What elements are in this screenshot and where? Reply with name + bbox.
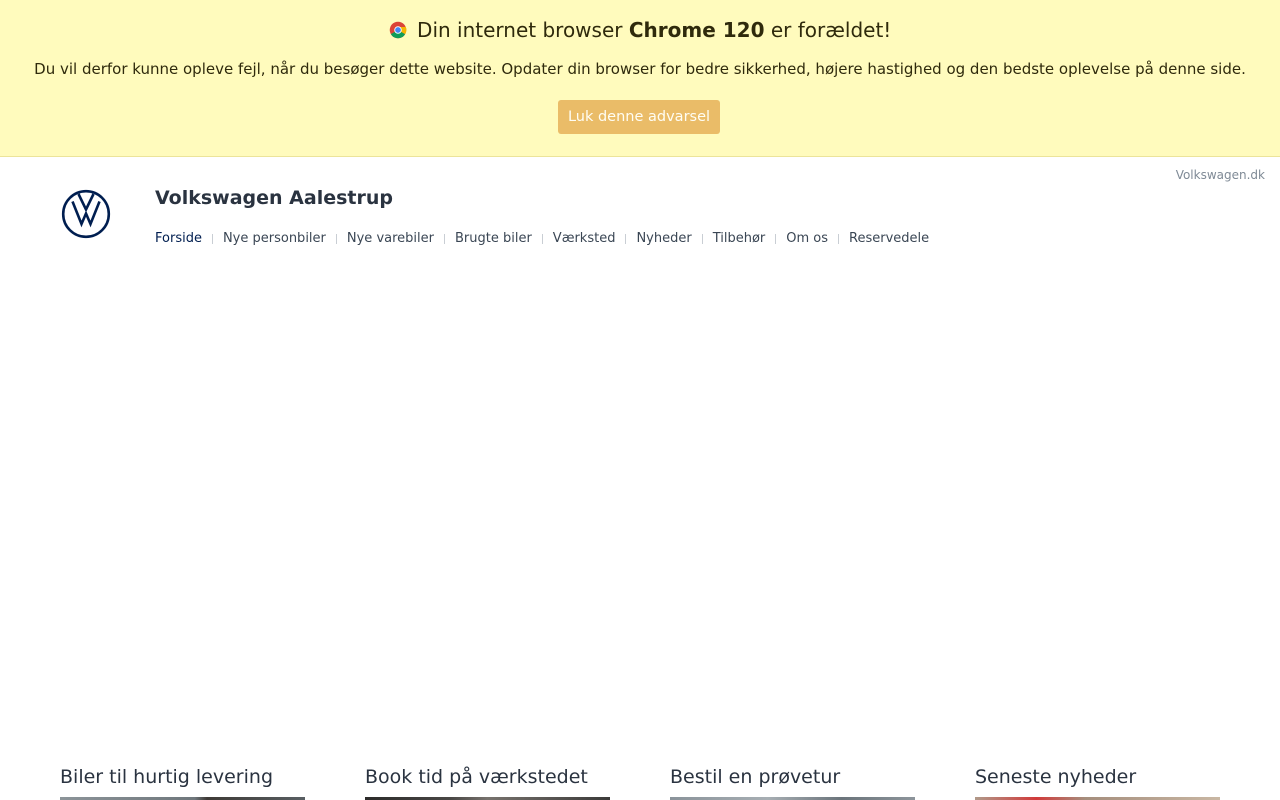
nav-item-vaerksted[interactable]: Værksted (553, 230, 616, 248)
nav-item-forside[interactable]: Forside (155, 230, 202, 248)
teaser-book-workshop[interactable]: Book tid på værkstedet (365, 764, 610, 800)
nav-separator (838, 234, 840, 244)
nav-item-reservedele[interactable]: Reservedele (849, 230, 929, 248)
teaser-title: Book tid på værkstedet (365, 766, 588, 788)
nav-separator (541, 234, 543, 244)
browser-warning-banner: Din internet browser Chrome 120 er foræl… (0, 0, 1280, 157)
nav-separator (443, 234, 445, 244)
nav-item-nye-varebiler[interactable]: Nye varebiler (347, 230, 434, 248)
teaser-title: Bestil en prøvetur (670, 766, 841, 788)
teaser-title: Biler til hurtig levering (60, 766, 273, 788)
nav-separator (775, 234, 777, 244)
chrome-icon (389, 21, 407, 39)
nav-item-brugte-biler[interactable]: Brugte biler (455, 230, 532, 248)
nav-separator (335, 234, 337, 244)
teaser-test-drive[interactable]: Bestil en prøvetur (670, 764, 915, 800)
main-nav: Forside Nye personbiler Nye varebiler Brugt… (155, 230, 929, 248)
site-title[interactable]: Volkswagen Aalestrup (155, 187, 393, 209)
nav-item-om-os[interactable]: Om os (786, 230, 828, 248)
teaser-latest-news[interactable]: Seneste nyheder (975, 764, 1220, 800)
dismiss-warning-button[interactable]: Luk denne advarsel (558, 100, 720, 134)
nav-item-nye-personbiler[interactable]: Nye personbiler (223, 230, 326, 248)
nav-separator (701, 234, 703, 244)
volkswagen-dk-link[interactable]: Volkswagen.dk (1176, 168, 1265, 182)
nav-item-nyheder[interactable]: Nyheder (636, 230, 691, 248)
teaser-title: Seneste nyheder (975, 766, 1137, 788)
warning-title: Din internet browser Chrome 120 er foræl… (0, 16, 1280, 44)
nav-separator (211, 234, 213, 244)
warning-browser-name: Chrome 120 (628, 18, 765, 42)
teaser-quick-delivery[interactable]: Biler til hurtig levering (60, 764, 305, 800)
warning-title-prefix: Din internet browser (417, 18, 623, 42)
warning-title-suffix: er forældet! (770, 18, 892, 42)
teaser-row: Biler til hurtig levering Book tid på væ… (60, 764, 1220, 800)
warning-message: Du vil derfor kunne opleve fejl, når du … (34, 60, 1246, 78)
vw-logo[interactable] (61, 189, 111, 239)
nav-item-tilbehoer[interactable]: Tilbehør (713, 230, 766, 248)
nav-separator (625, 234, 627, 244)
